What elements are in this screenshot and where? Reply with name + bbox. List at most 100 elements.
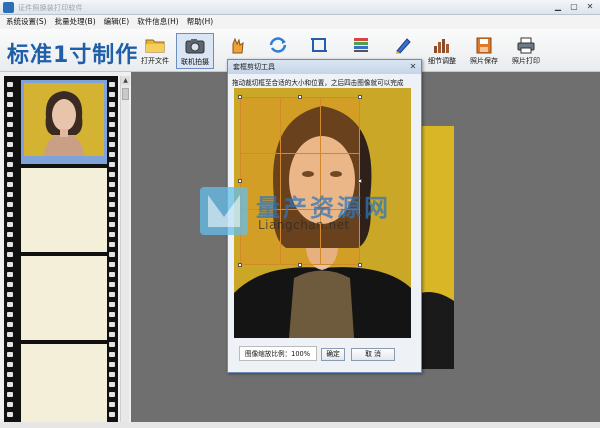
brand-title: 标准1寸制作: [7, 43, 139, 68]
scroll-up-icon[interactable]: ▲: [121, 76, 130, 85]
crop-guide-line: [320, 97, 321, 265]
status-bar: [0, 422, 600, 428]
photo-frame-empty[interactable]: [21, 344, 107, 422]
app-icon: [3, 2, 14, 13]
zoom-ratio-label: 图像缩放比例：: [245, 350, 292, 358]
film-perforation: [109, 342, 115, 347]
film-perforation: [7, 252, 13, 257]
film-perforation: [109, 182, 115, 187]
film-perforation: [7, 302, 13, 307]
film-perforation: [7, 312, 13, 317]
film-perforation: [109, 412, 115, 417]
photo-thumbnail: [24, 83, 104, 156]
film-perforation: [7, 202, 13, 207]
film-perforation: [7, 152, 13, 157]
film-perforation: [7, 382, 13, 387]
film-perforation: [109, 92, 115, 97]
minimize-icon[interactable]: ▁: [551, 1, 565, 13]
confirm-button[interactable]: 确定: [321, 348, 345, 361]
film-perforation: [7, 182, 13, 187]
film-perforation: [109, 142, 115, 147]
film-perforation: [109, 152, 115, 157]
detail-adjust-button[interactable]: 细节调整: [423, 33, 461, 69]
film-perforation: [109, 402, 115, 407]
crop-handle[interactable]: [358, 263, 362, 267]
camera-capture-button[interactable]: 联机拍摄: [176, 33, 214, 69]
crop-frame[interactable]: [240, 97, 360, 265]
cancel-button[interactable]: 取 消: [351, 348, 395, 361]
crop-handle[interactable]: [298, 95, 302, 99]
film-perforation: [109, 392, 115, 397]
folder-icon: [145, 39, 165, 53]
window-title: 证件照换装打印软件: [18, 4, 83, 12]
zoom-ratio-field: 图像缩放比例：100%: [239, 346, 317, 361]
crop-handle[interactable]: [238, 263, 242, 267]
crop-handle[interactable]: [238, 95, 242, 99]
film-perforation: [7, 322, 13, 327]
film-perforation: [7, 292, 13, 297]
film-perforation: [109, 332, 115, 337]
close-icon[interactable]: ✕: [583, 1, 597, 13]
film-perforation: [109, 302, 115, 307]
film-perforation: [7, 282, 13, 287]
film-perforation: [7, 142, 13, 147]
dialog-close-icon[interactable]: ✕: [408, 62, 418, 72]
film-perforation: [7, 122, 13, 127]
film-perforation: [109, 362, 115, 367]
film-perforation: [7, 82, 13, 87]
film-perforation: [109, 82, 115, 87]
film-perforation: [109, 192, 115, 197]
scroll-thumb[interactable]: [122, 88, 129, 100]
menu-bar: 系统设置(S) 批量处理(B) 编辑(E) 软件信息(H) 帮助(H): [0, 15, 600, 29]
crop-guide-line: [280, 97, 281, 265]
film-perforation: [109, 112, 115, 117]
maximize-icon[interactable]: ▢: [567, 1, 581, 13]
film-perforation: [7, 372, 13, 377]
crop-handle[interactable]: [238, 179, 242, 183]
film-perforation: [109, 312, 115, 317]
menu-software-info[interactable]: 软件信息(H): [137, 15, 179, 29]
open-file-button[interactable]: 打开文件: [136, 33, 174, 69]
film-perforation: [7, 172, 13, 177]
zoom-ratio-value: 100%: [291, 350, 311, 358]
crop-handle[interactable]: [298, 263, 302, 267]
film-perforation: [109, 162, 115, 167]
film-perforation: [109, 252, 115, 257]
color-bars-icon: [354, 38, 368, 52]
crop-handle[interactable]: [358, 179, 362, 183]
film-perforation: [7, 212, 13, 217]
filmstrip-scrollbar[interactable]: ▲: [120, 76, 130, 422]
film-perforation: [7, 362, 13, 367]
film-perforation: [7, 412, 13, 417]
crop-photo-area[interactable]: [234, 88, 411, 338]
film-perforation: [109, 232, 115, 237]
photo-frame-empty[interactable]: [21, 168, 107, 252]
film-perforation: [109, 262, 115, 267]
film-perforation: [7, 112, 13, 117]
title-bar: 证件照换装打印软件 ▁ ▢ ✕: [0, 0, 600, 15]
dialog-hint: 拖动裁切框至合适的大小和位置，之后四击图像就可以完成: [232, 79, 404, 87]
crop-tool-dialog: 套框剪切工具 ✕ 拖动裁切框至合适的大小和位置，之后四击图像就可以完成 图像缩放…: [227, 59, 422, 373]
photo-frame-selected[interactable]: [21, 80, 107, 164]
menu-system-settings[interactable]: 系统设置(S): [6, 15, 47, 29]
menu-help[interactable]: 帮助(H): [187, 15, 214, 29]
print-photo-button[interactable]: 照片打印: [507, 33, 545, 69]
printer-icon: [517, 37, 535, 54]
film-perforation: [109, 272, 115, 277]
save-photo-button[interactable]: 照片保存: [465, 33, 503, 69]
crop-icon: [311, 38, 327, 52]
film-perforation: [109, 212, 115, 217]
film-perforation: [7, 232, 13, 237]
crop-guide-line: [240, 209, 360, 210]
hand-icon: [232, 37, 244, 54]
menu-batch-process[interactable]: 批量处理(B): [55, 15, 96, 29]
film-perforation: [7, 102, 13, 107]
film-perforation: [109, 372, 115, 377]
film-perforation: [109, 172, 115, 177]
crop-handle[interactable]: [358, 95, 362, 99]
pen-icon: [396, 38, 411, 54]
photo-frame-empty[interactable]: [21, 256, 107, 340]
film-perforation: [7, 192, 13, 197]
menu-edit[interactable]: 编辑(E): [104, 15, 130, 29]
film-perforation: [109, 222, 115, 227]
